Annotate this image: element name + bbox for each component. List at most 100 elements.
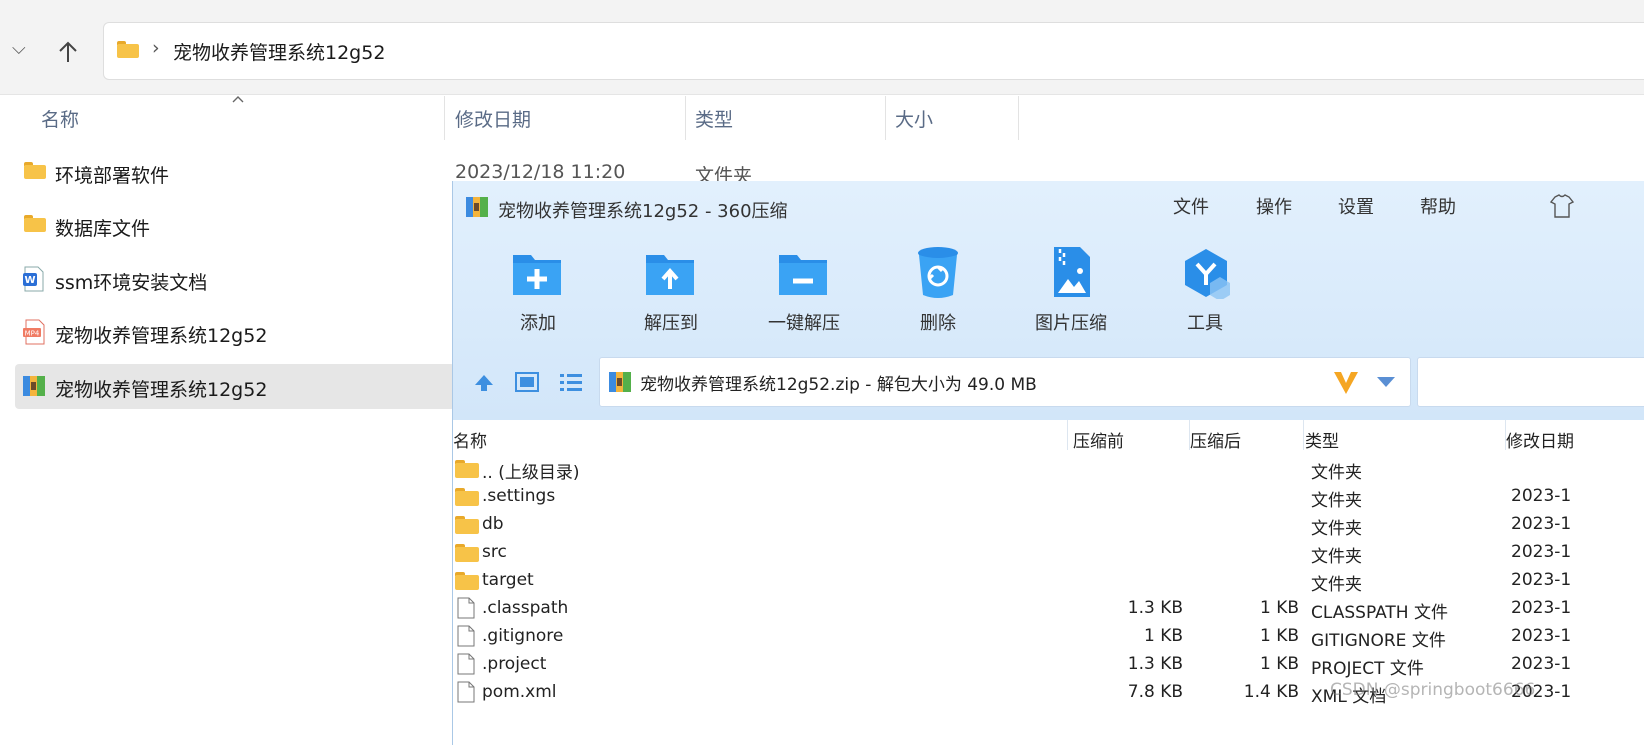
archive-type: PROJECT 文件 (1311, 659, 1424, 679)
archive-name: db (482, 514, 504, 534)
archive-size-before: 1.3 KB (1127, 598, 1183, 618)
archive-name: .gitignore (482, 626, 564, 646)
archive-row[interactable]: .gitignore 1 KB 1 KB GITIGNORE 文件 2023-1 (453, 623, 1644, 651)
recent-locations-chevron-icon[interactable]: ⌵ (12, 38, 26, 59)
column-header-after[interactable]: 压缩后 (1190, 427, 1241, 452)
menu-file[interactable]: 文件 (1173, 193, 1209, 219)
file-row[interactable]: MP4 宠物收养管理系统12g52 (0, 310, 450, 356)
toolbar-delete-button[interactable]: 删除 (883, 241, 993, 337)
toolbar-label: 图片压缩 (1035, 313, 1107, 334)
folder-icon (455, 572, 479, 590)
list-view-icon[interactable] (559, 372, 583, 392)
window-top-strip (0, 0, 1644, 10)
archive-size-before: 7.8 KB (1127, 682, 1183, 702)
archive-name: src (482, 542, 507, 562)
column-header-name[interactable]: 名称 (453, 427, 487, 452)
archive-name: .. (上级目录) (482, 463, 580, 483)
file-row[interactable]: W ssm环境安装文档 (0, 257, 450, 303)
archive-name: target (482, 570, 534, 590)
toolbar-extract-to-button[interactable]: 解压到 (616, 241, 726, 337)
column-divider[interactable] (685, 96, 686, 140)
recycle-bin-icon (918, 247, 958, 298)
menu-settings[interactable]: 设置 (1338, 193, 1374, 219)
vip-v-icon[interactable] (1332, 370, 1360, 396)
dropdown-arrow-icon[interactable] (1376, 376, 1396, 388)
archive-row[interactable]: .project 1.3 KB 1 KB PROJECT 文件 2023-1 (453, 651, 1644, 679)
folder-icon (24, 215, 46, 232)
archive-size-after: 1.4 KB (1243, 682, 1299, 702)
svg-text:MP4: MP4 (25, 330, 40, 338)
file-row[interactable]: 环境部署软件 (0, 150, 450, 196)
file-name: ssm环境安装文档 (55, 272, 208, 294)
folder-icon (117, 41, 139, 58)
column-divider[interactable] (1018, 96, 1019, 140)
toolbar-tools-button[interactable]: 工具 (1150, 241, 1260, 337)
file-row[interactable]: 数据库文件 (0, 203, 450, 249)
zip-archive-icon (23, 376, 45, 396)
breadcrumb-current[interactable]: 宠物收养管理系统12g52 (173, 38, 385, 65)
archive-path-text: 宠物收养管理系统12g52.zip - 解包大小为 49.0 MB (640, 375, 1037, 395)
toolbar-image-compress-button[interactable]: 图片压缩 (1016, 241, 1126, 337)
file-icon (457, 653, 475, 675)
archive-size-before: 1 KB (1143, 626, 1183, 646)
archive-name: .classpath (482, 598, 569, 618)
add-folder-icon (513, 255, 561, 295)
one-click-extract-icon (779, 255, 827, 295)
file-name: 环境部署软件 (55, 165, 170, 187)
up-arrow-icon[interactable] (57, 40, 79, 64)
archive-type: CLASSPATH 文件 (1311, 603, 1448, 623)
toolbar-one-click-extract-button[interactable]: 一键解压 (749, 241, 859, 337)
archive-row[interactable]: .settings 文件夹 2023-1 (453, 483, 1644, 511)
svg-text:W: W (24, 275, 35, 286)
column-header-type[interactable]: 类型 (1305, 427, 1339, 452)
column-header-name[interactable]: 名称 (41, 105, 79, 132)
image-compress-icon (1054, 247, 1090, 297)
archive-row[interactable]: .classpath 1.3 KB 1 KB CLASSPATH 文件 2023… (453, 595, 1644, 623)
archive-size-after: 1 KB (1259, 626, 1299, 646)
thumbnail-view-icon[interactable] (515, 372, 539, 392)
column-header-before[interactable]: 压缩前 (1073, 427, 1124, 452)
archive-modified: 2023-1 (1511, 542, 1572, 562)
zip-archive-icon (609, 372, 631, 392)
toolbar-label: 解压到 (644, 313, 698, 334)
archive-size-after: 1 KB (1259, 654, 1299, 674)
column-divider[interactable] (885, 96, 886, 140)
file-row-selected[interactable]: 宠物收养管理系统12g52 (15, 364, 455, 409)
file-icon (457, 625, 475, 647)
archive-modified: 2023-1 (1511, 598, 1572, 618)
archive-row[interactable]: db 文件夹 2023-1 (453, 511, 1644, 539)
go-up-icon[interactable] (473, 371, 495, 393)
menu-operate[interactable]: 操作 (1256, 193, 1292, 219)
archive-modified: 2023-1 (1511, 626, 1572, 646)
archive-row[interactable]: src 文件夹 2023-1 (453, 539, 1644, 567)
tools-icon (1185, 249, 1230, 299)
column-divider[interactable] (1303, 420, 1304, 450)
column-divider[interactable] (1067, 420, 1068, 450)
path-bar[interactable]: 宠物收养管理系统12g52.zip - 解包大小为 49.0 MB (599, 357, 1411, 407)
column-divider[interactable] (444, 96, 445, 140)
zip-app-icon (466, 197, 488, 217)
column-header-modified[interactable]: 修改日期 (1506, 427, 1574, 452)
column-header-type[interactable]: 类型 (695, 105, 733, 132)
archive-type: 文件夹 (1311, 491, 1362, 511)
archive-row[interactable]: target 文件夹 2023-1 (453, 567, 1644, 595)
folder-icon (455, 460, 479, 478)
archive-name: pom.xml (482, 682, 557, 702)
archive-type: 文件夹 (1311, 463, 1362, 483)
skin-shirt-icon[interactable] (1549, 193, 1575, 219)
file-icon (457, 597, 475, 619)
column-header-date[interactable]: 修改日期 (455, 105, 531, 132)
search-box[interactable] (1417, 357, 1644, 407)
sort-ascending-icon (232, 96, 244, 103)
archive-row[interactable]: .. (上级目录) 文件夹 (453, 455, 1644, 483)
toolbar-label: 一键解压 (768, 313, 840, 334)
archive-modified: 2023-1 (1511, 486, 1572, 506)
breadcrumb-separator: › (152, 37, 160, 59)
toolbar-add-button[interactable]: 添加 (483, 241, 593, 337)
extract-to-icon (646, 255, 694, 295)
toolbar-label: 删除 (920, 313, 956, 334)
archive-name: .project (482, 654, 547, 674)
column-header-size[interactable]: 大小 (895, 105, 933, 132)
folder-icon (455, 516, 479, 534)
menu-help[interactable]: 帮助 (1420, 193, 1456, 219)
